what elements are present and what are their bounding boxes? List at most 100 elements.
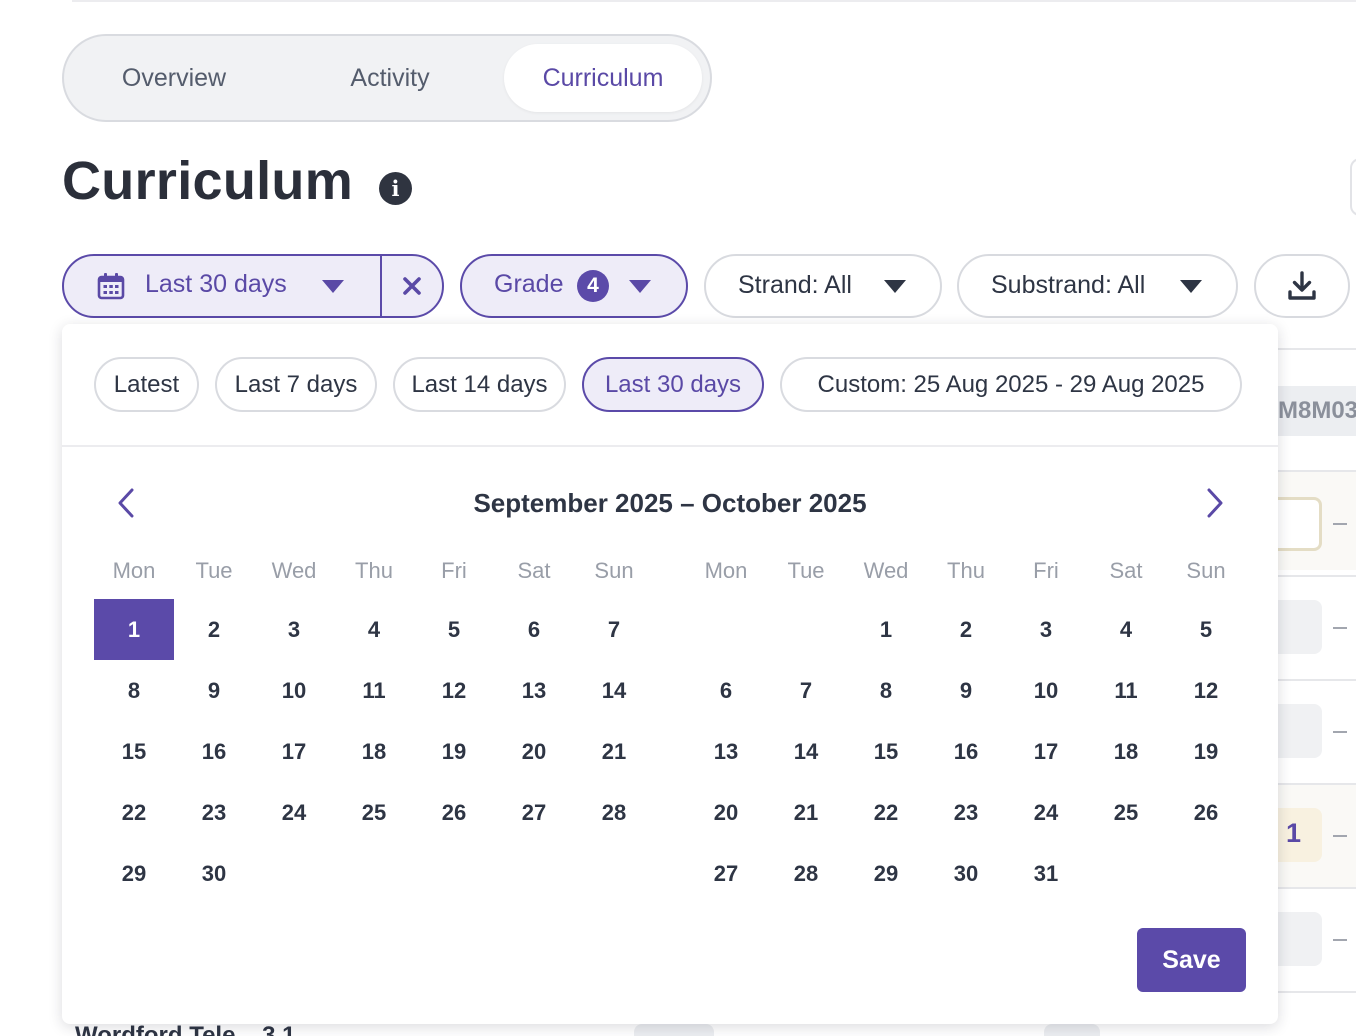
date-picker-popover: Latest Last 7 days Last 14 days Last 30 …	[62, 324, 1278, 1024]
table-cell-value[interactable]: 1	[1278, 808, 1322, 862]
calendar-day[interactable]: 27	[686, 843, 766, 904]
table-divider	[1278, 470, 1356, 472]
grade-filter-dropdown[interactable]: Grade 4	[460, 254, 688, 318]
calendar-day[interactable]: 26	[1166, 782, 1246, 843]
calendar-day[interactable]: 23	[174, 782, 254, 843]
calendar-day[interactable]: 10	[1006, 660, 1086, 721]
calendar-day[interactable]: 19	[1166, 721, 1246, 782]
calendar-day[interactable]: 12	[414, 660, 494, 721]
calendar-day[interactable]: 19	[414, 721, 494, 782]
calendar-day[interactable]: 18	[1086, 721, 1166, 782]
calendar-day[interactable]: 22	[94, 782, 174, 843]
calendar-day[interactable]: 1	[94, 599, 174, 660]
calendar-range-title: September 2025 – October 2025	[473, 488, 867, 518]
calendar-day[interactable]: 7	[766, 660, 846, 721]
preset-latest[interactable]: Latest	[94, 357, 199, 412]
caret-down-icon	[1180, 280, 1202, 293]
calendar-day[interactable]: 30	[926, 843, 1006, 904]
calendar-day[interactable]: 12	[1166, 660, 1246, 721]
calendar-day[interactable]: 8	[846, 660, 926, 721]
calendar-day[interactable]: 11	[334, 660, 414, 721]
calendar-day[interactable]: 28	[766, 843, 846, 904]
weekday-header: Mon	[112, 558, 156, 583]
preset-last-7-days[interactable]: Last 7 days	[215, 357, 377, 412]
calendar-day[interactable]: 25	[334, 782, 414, 843]
calendar-day[interactable]: 27	[494, 782, 574, 843]
calendar-day[interactable]: 13	[686, 721, 766, 782]
calendar-day[interactable]: 3	[1006, 599, 1086, 660]
weekday-header: Tue	[195, 558, 233, 583]
tab-curriculum[interactable]: Curriculum	[504, 44, 702, 112]
calendar-day[interactable]: 8	[94, 660, 174, 721]
calendar-day[interactable]: 29	[846, 843, 926, 904]
calendar-day[interactable]: 15	[94, 721, 174, 782]
calendar-day[interactable]: 4	[1086, 599, 1166, 660]
calendar-day[interactable]: 28	[574, 782, 654, 843]
calendar-day[interactable]: 20	[494, 721, 574, 782]
date-range-dropdown[interactable]: Last 30 days	[64, 256, 380, 316]
table-divider	[1278, 575, 1356, 577]
calendar-day[interactable]: 15	[846, 721, 926, 782]
calendar-day[interactable]: 16	[174, 721, 254, 782]
view-tabs: Overview Activity Curriculum	[62, 34, 712, 122]
calendar-day[interactable]: 21	[574, 721, 654, 782]
table-cell	[1278, 497, 1322, 551]
calendar-day[interactable]: 30	[174, 843, 254, 904]
date-range-label: Last 30 days	[145, 270, 287, 298]
strand-filter-dropdown[interactable]: Strand: All	[704, 254, 942, 318]
tab-overview[interactable]: Overview	[84, 44, 264, 112]
calendar-day[interactable]: 4	[334, 599, 414, 660]
calendar-day[interactable]: 6	[686, 660, 766, 721]
table-divider	[1278, 783, 1356, 785]
date-range-filter: Last 30 days	[62, 254, 444, 318]
calendar-day[interactable]: 24	[1006, 782, 1086, 843]
download-button[interactable]	[1254, 254, 1350, 318]
clear-date-button[interactable]	[382, 256, 442, 316]
substrand-filter-dropdown[interactable]: Substrand: All	[957, 254, 1238, 318]
chevron-left-icon[interactable]	[112, 486, 142, 520]
calendar-day[interactable]: 5	[1166, 599, 1246, 660]
weekday-header: Tue	[787, 558, 825, 583]
tab-activity[interactable]: Activity	[300, 44, 480, 112]
strand-label: Strand: All	[738, 271, 852, 299]
calendar-day[interactable]: 3	[254, 599, 334, 660]
calendar-day[interactable]: 22	[846, 782, 926, 843]
calendar-day[interactable]: 14	[766, 721, 846, 782]
calendar-day[interactable]: 11	[1086, 660, 1166, 721]
calendar-day[interactable]: 2	[174, 599, 254, 660]
calendar-day[interactable]: 9	[174, 660, 254, 721]
calendar-day[interactable]: 7	[574, 599, 654, 660]
calendar-day[interactable]: 21	[766, 782, 846, 843]
calendar-day[interactable]: 14	[574, 660, 654, 721]
presets-divider	[62, 445, 1278, 447]
preset-last-14-days[interactable]: Last 14 days	[393, 357, 566, 412]
preset-last-30-days[interactable]: Last 30 days	[582, 357, 764, 412]
calendar-day[interactable]: 23	[926, 782, 1006, 843]
header-action-button[interactable]	[1350, 158, 1356, 216]
calendar-day[interactable]: 5	[414, 599, 494, 660]
calendar-day[interactable]: 17	[254, 721, 334, 782]
info-icon[interactable]: i	[379, 172, 412, 205]
calendar-day[interactable]: 17	[1006, 721, 1086, 782]
calendar-day[interactable]: 6	[494, 599, 574, 660]
calendar-day[interactable]: 20	[686, 782, 766, 843]
calendar-day[interactable]: 16	[926, 721, 1006, 782]
calendar-day[interactable]: 13	[494, 660, 574, 721]
calendar-day[interactable]: 2	[926, 599, 1006, 660]
save-button[interactable]: Save	[1137, 928, 1246, 992]
weekday-header: Thu	[355, 558, 393, 583]
calendar-day[interactable]: 25	[1086, 782, 1166, 843]
weekday-header: Fri	[441, 558, 467, 583]
calendar-day[interactable]: 29	[94, 843, 174, 904]
calendar-day[interactable]: 31	[1006, 843, 1086, 904]
preset-custom-range[interactable]: Custom: 25 Aug 2025 - 29 Aug 2025	[780, 357, 1242, 412]
grade-count-badge: 4	[577, 270, 609, 302]
calendar-day[interactable]: 24	[254, 782, 334, 843]
calendar-day[interactable]: 26	[414, 782, 494, 843]
chevron-right-icon[interactable]	[1199, 486, 1229, 520]
calendar-day[interactable]: 10	[254, 660, 334, 721]
caret-down-icon	[322, 280, 344, 293]
calendar-day[interactable]: 9	[926, 660, 1006, 721]
calendar-day[interactable]: 1	[846, 599, 926, 660]
calendar-day[interactable]: 18	[334, 721, 414, 782]
